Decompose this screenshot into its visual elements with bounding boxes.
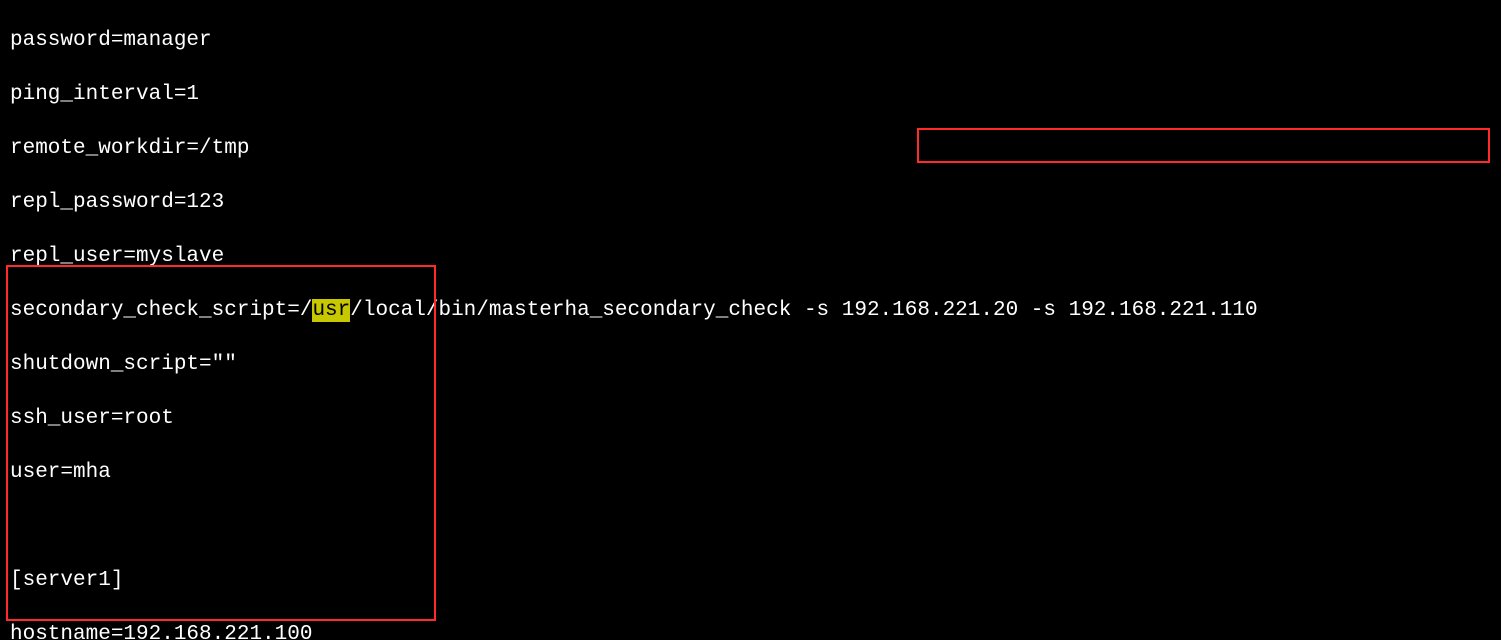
config-line: user=mha [10, 459, 1491, 486]
config-line: repl_password=123 [10, 189, 1491, 216]
server1-hostname: hostname=192.168.221.100 [10, 621, 1491, 640]
blank-line [10, 513, 1491, 540]
config-line: remote_workdir=/tmp [10, 135, 1491, 162]
text: /local/bin/masterha_secondary_check -s [350, 299, 841, 322]
config-line-secondary-check: secondary_check_script=/usr/local/bin/ma… [10, 297, 1491, 324]
search-highlight: usr [312, 299, 350, 322]
config-line: repl_user=myslave [10, 243, 1491, 270]
config-line: ssh_user=root [10, 405, 1491, 432]
terminal-viewport[interactable]: password=manager ping_interval=1 remote_… [0, 0, 1501, 640]
text-ips: 192.168.221.20 -s 192.168.221.110 [842, 299, 1258, 322]
config-line: shutdown_script="" [10, 351, 1491, 378]
server1-header: [server1] [10, 567, 1491, 594]
config-line: ping_interval=1 [10, 81, 1491, 108]
config-line: password=manager [10, 27, 1491, 54]
text: secondary_check_script=/ [10, 299, 312, 322]
